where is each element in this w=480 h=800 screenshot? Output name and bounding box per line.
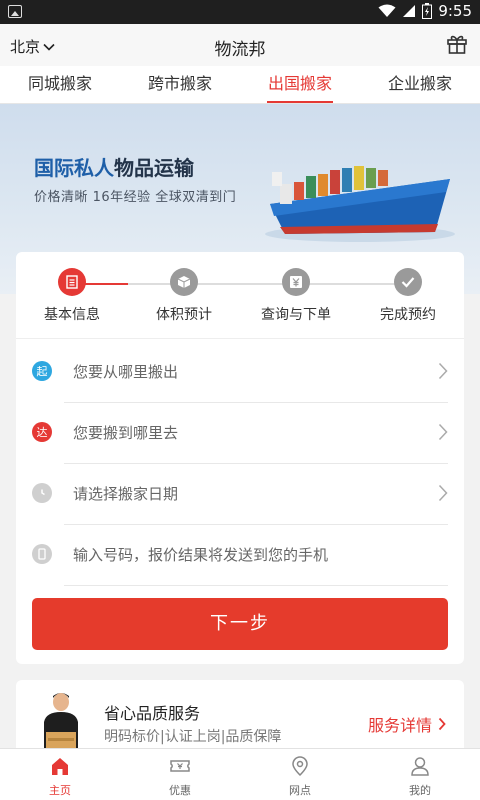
user-icon (411, 757, 429, 776)
banner-headline-dark: 物品运输 (114, 156, 194, 180)
nav-label: 优惠 (169, 784, 191, 797)
page-title: 物流邦 (214, 40, 266, 60)
tab-local-move[interactable]: 同城搬家 (0, 66, 120, 103)
nav-coupons[interactable]: 优惠 (120, 749, 240, 800)
nav-branches[interactable]: 网点 (240, 749, 360, 800)
clock: 9:55 (438, 2, 472, 20)
nav-label: 主页 (49, 784, 71, 797)
from-address-field[interactable]: 起 您要从哪里搬出 (16, 342, 464, 403)
banner-headline-blue: 国际私人 (34, 156, 114, 180)
phone-icon (32, 544, 52, 564)
chevron-right-icon (438, 717, 446, 731)
to-badge-icon: 达 (32, 422, 52, 442)
step-volume-estimate: 体积预计 (128, 268, 240, 324)
document-icon (58, 268, 86, 296)
move-type-tabs: 同城搬家 跨市搬家 出国搬家 企业搬家 (0, 66, 480, 104)
gift-button[interactable] (446, 33, 468, 59)
banner-subtitle: 价格清晰 16年经验 全球双清到门 (34, 190, 237, 205)
step-query-order: 查询与下单 (240, 268, 352, 324)
bottom-nav: 主页 优惠 网点 我的 (0, 748, 480, 800)
check-icon (394, 268, 422, 296)
service-details-label: 服务详情 (367, 716, 432, 735)
step-basic-info: 基本信息 (16, 268, 128, 324)
next-step-button[interactable]: 下一步 (32, 598, 448, 650)
nav-label: 网点 (289, 784, 311, 797)
home-icon (52, 758, 68, 775)
clock-icon (32, 483, 52, 503)
tab-business-move[interactable]: 企业搬家 (360, 66, 480, 103)
from-badge-icon: 起 (32, 361, 52, 381)
chevron-right-icon (438, 423, 448, 441)
move-date-field[interactable]: 请选择搬家日期 (16, 464, 464, 525)
battery-icon (422, 3, 433, 19)
service-staff-avatar (44, 693, 78, 756)
wifi-icon (378, 4, 396, 17)
phone-input-field[interactable]: 输入号码，报价结果将发送到您的手机 (16, 525, 464, 586)
location-icon (292, 756, 308, 777)
step-label: 基本信息 (44, 307, 100, 323)
tab-intercity-move[interactable]: 跨市搬家 (120, 66, 240, 103)
status-bar: 9:55 (0, 0, 480, 24)
service-title: 省心品质服务 (104, 704, 201, 723)
phone-input-placeholder: 输入号码，报价结果将发送到您的手机 (73, 546, 329, 564)
yen-icon (282, 268, 310, 296)
to-address-placeholder: 您要搬到哪里去 (73, 424, 179, 442)
coupon-icon (170, 760, 190, 772)
chevron-right-icon (438, 362, 448, 380)
nav-home[interactable]: 主页 (0, 749, 120, 800)
chevron-right-icon (438, 484, 448, 502)
nav-profile[interactable]: 我的 (360, 749, 480, 800)
from-address-placeholder: 您要从哪里搬出 (73, 363, 179, 381)
signal-icon (403, 5, 416, 17)
gift-icon (447, 35, 467, 54)
box-icon (170, 268, 198, 296)
app-bar: 北京 物流邦 (0, 24, 480, 66)
progress-steps: 基本信息 体积预计 查询与下单 完成预约 (16, 252, 464, 332)
move-date-placeholder: 请选择搬家日期 (73, 485, 179, 503)
row-separator (64, 585, 448, 586)
cargo-ship-illustration (265, 166, 455, 242)
step-label: 完成预约 (380, 307, 436, 323)
booking-card: 基本信息 体积预计 查询与下单 完成预约 起 您要从哪里搬出 达 您要搬到哪里去… (16, 252, 464, 664)
step-complete: 完成预约 (352, 268, 464, 324)
gallery-notification-icon (8, 5, 22, 18)
tab-international-move[interactable]: 出国搬家 (240, 66, 360, 103)
divider (16, 338, 464, 339)
nav-label: 我的 (409, 784, 431, 797)
banner-headline: 国际私人物品运输 (34, 152, 194, 181)
step-label: 查询与下单 (261, 307, 331, 323)
service-subtitle: 明码标价|认证上岗|品质保障 (104, 729, 282, 745)
to-address-field[interactable]: 达 您要搬到哪里去 (16, 403, 464, 464)
service-card: 省心品质服务 明码标价|认证上岗|品质保障 服务详情 (16, 680, 464, 756)
service-details-link[interactable]: 服务详情 (368, 712, 446, 736)
step-label: 体积预计 (156, 307, 212, 323)
